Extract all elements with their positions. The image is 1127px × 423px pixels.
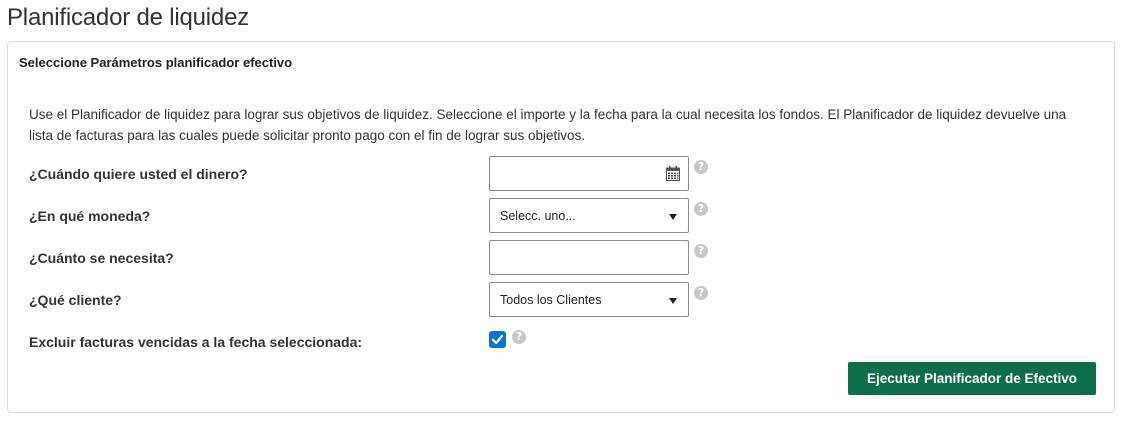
currency-label: ¿En qué moneda? <box>29 208 151 224</box>
help-icon[interactable]: ? <box>694 160 708 174</box>
row-client: ¿Qué cliente? Todos los Clientes ? <box>8 282 1114 318</box>
row-exclude: Excluir facturas vencidas a la fecha sel… <box>8 328 1114 352</box>
panel-header: Seleccione Parámetros planificador efect… <box>19 55 293 70</box>
when-label: ¿Cuándo quiere usted el dinero? <box>29 166 248 182</box>
chevron-down-icon <box>669 214 677 220</box>
row-currency: ¿En qué moneda? Selecc. uno... ? <box>8 198 1114 234</box>
row-when: ¿Cuándo quiere usted el dinero? ? <box>8 156 1114 192</box>
currency-select[interactable]: Selecc. uno... <box>489 198 689 233</box>
row-amount: ¿Cuánto se necesita? ? <box>8 240 1114 276</box>
check-icon <box>491 334 504 345</box>
help-icon[interactable]: ? <box>694 286 708 300</box>
help-icon[interactable]: ? <box>694 202 708 216</box>
run-cash-planner-button[interactable]: Ejecutar Planificador de Efectivo <box>848 362 1096 395</box>
date-input[interactable] <box>489 156 689 191</box>
description-text: Use el Planificador de liquidez para log… <box>29 107 1067 143</box>
client-label: ¿Qué cliente? <box>29 292 122 308</box>
amount-label: ¿Cuánto se necesita? <box>29 250 174 266</box>
help-icon[interactable]: ? <box>512 330 526 344</box>
chevron-down-icon <box>669 298 677 304</box>
calendar-icon[interactable] <box>666 166 680 186</box>
planner-panel: Seleccione Parámetros planificador efect… <box>7 41 1115 413</box>
currency-selected: Selecc. uno... <box>500 209 576 223</box>
help-icon[interactable]: ? <box>694 244 708 258</box>
exclude-label: Excluir facturas vencidas a la fecha sel… <box>29 334 363 350</box>
client-selected: Todos los Clientes <box>500 293 602 307</box>
exclude-overdue-checkbox[interactable] <box>489 331 506 348</box>
page-title: Planificador de liquidez <box>7 4 250 31</box>
amount-input[interactable] <box>489 240 689 275</box>
client-select[interactable]: Todos los Clientes <box>489 282 689 317</box>
